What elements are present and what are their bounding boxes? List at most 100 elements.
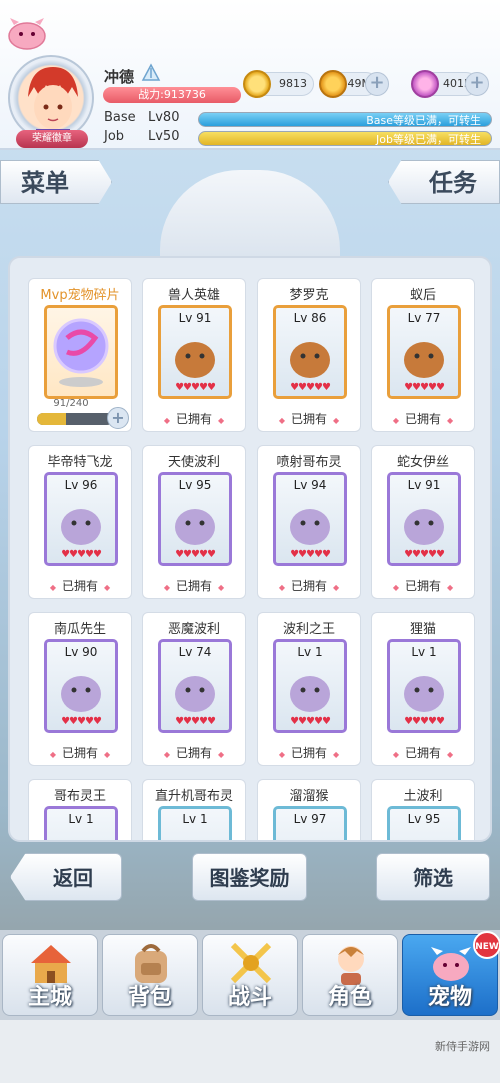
combat-power: 战力:913736 xyxy=(103,87,241,103)
task-tab[interactable]: 任务 xyxy=(388,160,500,204)
nav-label-character: 角色 xyxy=(327,985,372,1010)
add-fragment-button[interactable]: + xyxy=(107,407,129,429)
pet-level: Lv 1 xyxy=(411,645,437,659)
base-exp-bar[interactable]: Base等级已满，可转生 xyxy=(198,112,492,127)
pet-art: Lv 94 ♥♥♥♥♥ xyxy=(273,472,347,566)
poring-logo-icon[interactable] xyxy=(6,16,48,50)
fragment-orb-icon xyxy=(53,318,109,387)
owned-status: 已拥有 xyxy=(29,744,131,761)
pet-art: Lv 95 ♥♥♥♥♥ xyxy=(158,472,232,566)
pet-card[interactable]: 恶魔波利 Lv 74 ♥♥♥♥♥ 已拥有 xyxy=(142,612,246,766)
star-hearts: ♥♥♥♥♥ xyxy=(290,549,331,560)
back-button[interactable]: 返回 xyxy=(10,853,122,901)
pet-card[interactable]: 土波利 Lv 95♥♥♥♥♥ xyxy=(371,779,475,840)
pet-name: 蛇女伊丝 xyxy=(396,455,449,470)
pet-level: Lv 91 xyxy=(407,478,441,492)
star-hearts: ♥♥♥♥♥ xyxy=(290,382,331,393)
mvp-fragment-card[interactable]: Mvp宠物碎片 91/240 + xyxy=(28,278,132,432)
owned-status: 已拥有 xyxy=(372,577,474,594)
pet-level: Lv 90 xyxy=(64,645,98,659)
pet-card[interactable]: 南瓜先生 Lv 90 ♥♥♥♥♥ 已拥有 xyxy=(28,612,132,766)
pet-level: Lv 95 xyxy=(407,812,441,826)
add-diamond-button[interactable]: + xyxy=(465,72,489,96)
zeny-coin-icon xyxy=(243,70,271,98)
pet-card[interactable]: 直升机哥布灵 Lv 1♥♥♥♥♥ xyxy=(142,779,246,840)
pet-card[interactable]: 梦罗克 Lv 86 ♥♥♥♥♥ 已拥有 xyxy=(257,278,361,432)
pet-card[interactable]: 哥布灵王 Lv 1♥♥♥♥♥ xyxy=(28,779,132,840)
pet-level: Lv 94 xyxy=(293,478,327,492)
pet-card[interactable]: 蛇女伊丝 Lv 91 ♥♥♥♥♥ 已拥有 xyxy=(371,445,475,599)
owned-status: 已拥有 xyxy=(143,410,245,427)
pet-name: 南瓜先生 xyxy=(53,622,106,637)
gold-coin-icon xyxy=(319,70,347,98)
pet-card[interactable]: 天使波利 Lv 95 ♥♥♥♥♥ 已拥有 xyxy=(142,445,246,599)
pet-art: Lv 86 ♥♥♥♥♥ xyxy=(273,305,347,399)
job-level: Lv50 xyxy=(148,129,180,144)
pet-card[interactable]: 波利之王 Lv 1 ♥♥♥♥♥ 已拥有 xyxy=(257,612,361,766)
nav-pet[interactable]: 宠物 NEW xyxy=(402,931,500,1016)
pet-name: 喷射哥布灵 xyxy=(276,455,342,470)
player-name: 冲德 xyxy=(104,68,135,86)
owned-status: 已拥有 xyxy=(29,577,131,594)
pet-art: Lv 97♥♥♥♥♥ xyxy=(273,806,347,840)
owned-status: 已拥有 xyxy=(143,744,245,761)
pet-level: Lv 77 xyxy=(407,311,441,325)
avatar[interactable] xyxy=(8,55,94,141)
gold-resource: 19.49M + xyxy=(319,70,389,98)
fragment-progress-fill xyxy=(37,413,66,425)
pet-art: Lv 1♥♥♥♥♥ xyxy=(158,806,232,840)
watermark: 新侍手游网 xyxy=(435,1040,490,1053)
diamond-gem-icon xyxy=(411,70,439,98)
star-hearts: ♥♥♥♥♥ xyxy=(290,716,331,727)
pet-art: Lv 77 ♥♥♥♥♥ xyxy=(387,305,461,399)
base-label: Base xyxy=(104,110,136,125)
owned-status: 已拥有 xyxy=(258,744,360,761)
zeny-resource: 9813 xyxy=(243,70,314,98)
pet-name: 狸猫 xyxy=(409,622,436,637)
pet-name: 直升机哥布灵 xyxy=(154,789,233,804)
pet-collection-panel[interactable]: Mvp宠物碎片 91/240 + 兽人英雄 Lv 91 ♥♥♥♥♥ 已拥有 梦罗克 Lv … xyxy=(8,256,492,842)
fragment-art xyxy=(44,305,118,399)
filter-button[interactable]: 筛选 xyxy=(376,853,490,901)
menu-tab[interactable]: 菜单 xyxy=(0,160,112,204)
nav-label-pet: 宠物 xyxy=(427,985,472,1010)
star-hearts: ♥♥♥♥♥ xyxy=(175,716,216,727)
pet-art: Lv 90 ♥♥♥♥♥ xyxy=(44,639,118,733)
honor-badge[interactable]: 荣耀徽章 xyxy=(16,130,88,148)
diamond-resource: 4015 + xyxy=(411,70,489,98)
pet-card[interactable]: 蚁后 Lv 77 ♥♥♥♥♥ 已拥有 xyxy=(371,278,475,432)
pet-card[interactable]: 狸猫 Lv 1 ♥♥♥♥♥ 已拥有 xyxy=(371,612,475,766)
pet-card[interactable]: 兽人英雄 Lv 91 ♥♥♥♥♥ 已拥有 xyxy=(142,278,246,432)
pet-card[interactable]: 喷射哥布灵 Lv 94 ♥♥♥♥♥ 已拥有 xyxy=(257,445,361,599)
pet-art: Lv 91 ♥♥♥♥♥ xyxy=(158,305,232,399)
pet-level: Lv 1 xyxy=(68,812,94,826)
owned-status: 已拥有 xyxy=(143,577,245,594)
nav-backpack[interactable]: 背包 xyxy=(102,934,198,1016)
collection-reward-button[interactable]: 图鉴奖励 xyxy=(192,853,307,901)
pet-card[interactable]: 溜溜猴 Lv 97♥♥♥♥♥ xyxy=(257,779,361,840)
star-hearts: ♥♥♥♥♥ xyxy=(61,549,102,560)
job-exp-bar[interactable]: Job等级已满，可转生 xyxy=(198,131,492,146)
pet-name: 兽人英雄 xyxy=(167,288,220,303)
owned-status: 已拥有 xyxy=(372,744,474,761)
star-hearts: ♥♥♥♥♥ xyxy=(404,549,445,560)
new-badge: NEW xyxy=(473,931,500,959)
pet-card[interactable]: 毕帝特飞龙 Lv 96 ♥♥♥♥♥ 已拥有 xyxy=(28,445,132,599)
star-hearts: ♥♥♥♥♥ xyxy=(61,716,102,727)
pet-level: Lv 96 xyxy=(64,478,98,492)
nav-label-battle: 战斗 xyxy=(227,985,272,1010)
pet-name: 恶魔波利 xyxy=(167,622,220,637)
pet-level: Lv 74 xyxy=(178,645,212,659)
pet-level: Lv 86 xyxy=(293,311,327,325)
owned-status: 已拥有 xyxy=(372,410,474,427)
nav-main-city[interactable]: 主城 xyxy=(2,934,98,1016)
pet-level: Lv 1 xyxy=(297,645,323,659)
nav-battle[interactable]: 战斗 xyxy=(202,934,298,1016)
star-hearts: ♥♥♥♥♥ xyxy=(404,382,445,393)
star-hearts: ♥♥♥♥♥ xyxy=(175,382,216,393)
pet-name: 天使波利 xyxy=(167,455,220,470)
wing-icon[interactable] xyxy=(140,62,162,84)
bottom-navigation: 主城 背包 战斗 角色 宠物 NEW xyxy=(0,930,500,1020)
add-gold-button[interactable]: + xyxy=(365,72,389,96)
nav-character[interactable]: 角色 xyxy=(302,934,398,1016)
